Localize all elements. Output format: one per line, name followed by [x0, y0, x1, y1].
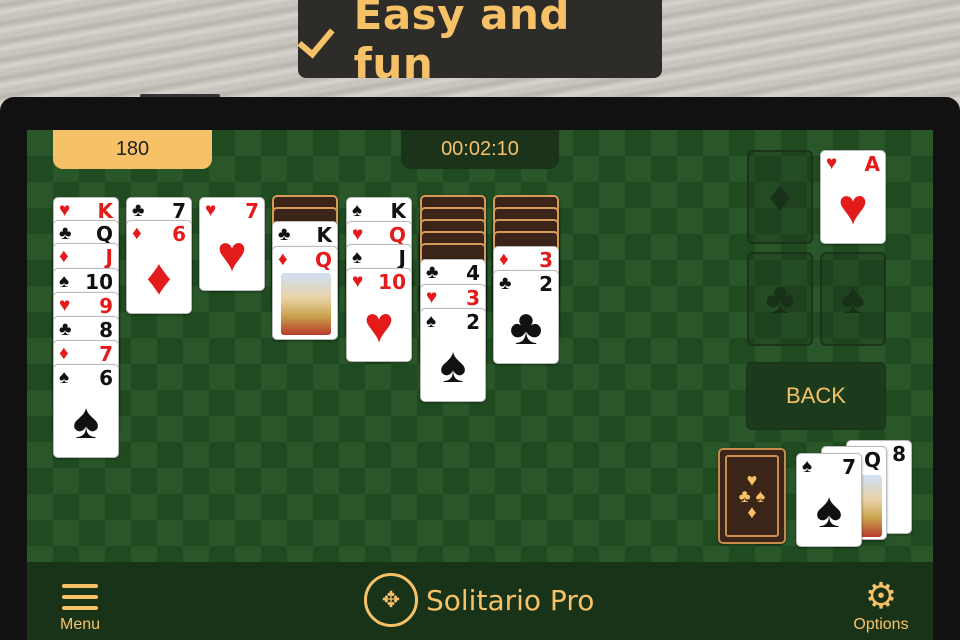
card-rank: 8	[892, 442, 906, 466]
card-rank: 3	[539, 248, 553, 272]
card-suit: ♥	[352, 224, 364, 245]
options-label: Options	[853, 616, 909, 633]
card-rank: 2	[466, 310, 480, 334]
card-tableau-6-3[interactable]: ♠ 2 ♠	[420, 308, 486, 402]
card-suit: ♥	[59, 200, 71, 221]
stock-pile[interactable]: ♥ ♣ ♠ ♦	[718, 448, 786, 544]
card-rank: K	[316, 223, 333, 247]
card-suit: ♣	[278, 224, 291, 245]
card-rank: 6	[172, 222, 186, 246]
card-rank: 3	[466, 286, 480, 310]
card-rank: 8	[99, 318, 113, 342]
card-rank: 9	[99, 294, 113, 318]
card-rank: Q	[863, 448, 881, 472]
card-suit: ♠	[59, 271, 70, 292]
card-suit: ♠	[426, 311, 437, 332]
card-suit: ♠	[802, 456, 813, 477]
card-suit: ♦	[132, 223, 142, 244]
card-tableau-5-4[interactable]: ♥ 10 ♥	[346, 268, 412, 362]
spade-icon: ♠	[841, 274, 865, 323]
card-suit: ♦	[499, 249, 509, 270]
back-button[interactable]: BACK	[746, 362, 886, 430]
card-rank: J	[398, 246, 406, 270]
card-suit: ♣	[132, 200, 145, 221]
card-suit: ♥	[826, 153, 838, 174]
card-tableau-4-2[interactable]: ♦ Q	[272, 246, 338, 340]
card-back-emblem-icon: ♥ ♣ ♠ ♦	[738, 470, 766, 522]
card-suit: ♠	[352, 200, 363, 221]
queen-face-art	[281, 273, 331, 335]
card-pip: ♥	[364, 297, 394, 353]
hamburger-icon	[62, 584, 98, 617]
card-pip: ♦	[146, 249, 172, 305]
app-logo: ✥ Solitario Pro	[364, 570, 604, 630]
card-tableau-2-2[interactable]: ♦ 6 ♦	[126, 220, 192, 314]
card-rank: 7	[842, 455, 856, 479]
logo-emblem-icon: ✥	[364, 573, 418, 627]
card-suit: ♣	[59, 319, 72, 340]
card-rank: 10	[378, 270, 406, 294]
card-tableau-7-2[interactable]: ♣ 2 ♣	[493, 270, 559, 364]
foundation-clubs[interactable]: ♣	[747, 252, 813, 346]
card-rank: 6	[99, 366, 113, 390]
checkmark-icon	[298, 18, 340, 60]
menu-label: Menu	[59, 616, 101, 633]
score-display: 180	[53, 130, 212, 169]
card-pip: ♥	[838, 179, 868, 235]
card-suit: ♥	[426, 287, 438, 308]
card-suit: ♦	[278, 249, 288, 270]
card-pip: ♣	[509, 299, 543, 355]
diamond-icon: ♦	[768, 172, 792, 221]
options-button[interactable]: ⚙ Options	[846, 576, 916, 636]
card-suit: ♥	[352, 271, 364, 292]
card-tableau-1-8[interactable]: ♠ 6 ♠	[53, 364, 119, 458]
card-rank: 2	[539, 272, 553, 296]
foundation-spades[interactable]: ♠	[820, 252, 886, 346]
logo-text: Solitario Pro	[426, 583, 595, 617]
card-suit: ♣	[426, 262, 439, 283]
gear-icon: ⚙	[864, 575, 898, 616]
card-rank: 7	[99, 342, 113, 366]
menu-button[interactable]: Menu	[52, 578, 108, 634]
card-pip: ♥	[217, 226, 247, 282]
card-rank: K	[390, 199, 407, 223]
waste-top-card[interactable]: ♠ 7 ♠	[796, 453, 862, 547]
card-suit: ♥	[205, 200, 217, 221]
card-suit: ♦	[59, 246, 69, 267]
card-pip: ♠	[439, 337, 467, 393]
card-suit: ♠	[59, 367, 70, 388]
card-suit: ♣	[59, 223, 72, 244]
card-rank: A	[864, 152, 880, 176]
card-rank: 10	[85, 270, 113, 294]
card-rank: 4	[466, 261, 480, 285]
foundation-hearts-card[interactable]: ♥ A ♥	[820, 150, 886, 244]
club-icon: ♣	[765, 274, 795, 323]
card-tableau-3-1[interactable]: ♥ 7 ♥	[199, 197, 265, 291]
card-suit: ♣	[499, 273, 512, 294]
promo-banner: Easy and fun	[298, 0, 662, 88]
foundation-diamonds[interactable]: ♦	[747, 150, 813, 244]
card-rank: J	[105, 245, 113, 269]
card-suit: ♦	[59, 343, 69, 364]
card-pip: ♠	[815, 482, 843, 538]
card-rank: 7	[245, 199, 259, 223]
card-suit: ♠	[352, 247, 363, 268]
card-suit: ♥	[59, 295, 71, 316]
card-rank: Q	[314, 248, 332, 272]
banner-text: Easy and fun	[353, 0, 570, 88]
card-pip: ♠	[72, 393, 100, 449]
timer-display: 00:02:10	[401, 130, 559, 169]
